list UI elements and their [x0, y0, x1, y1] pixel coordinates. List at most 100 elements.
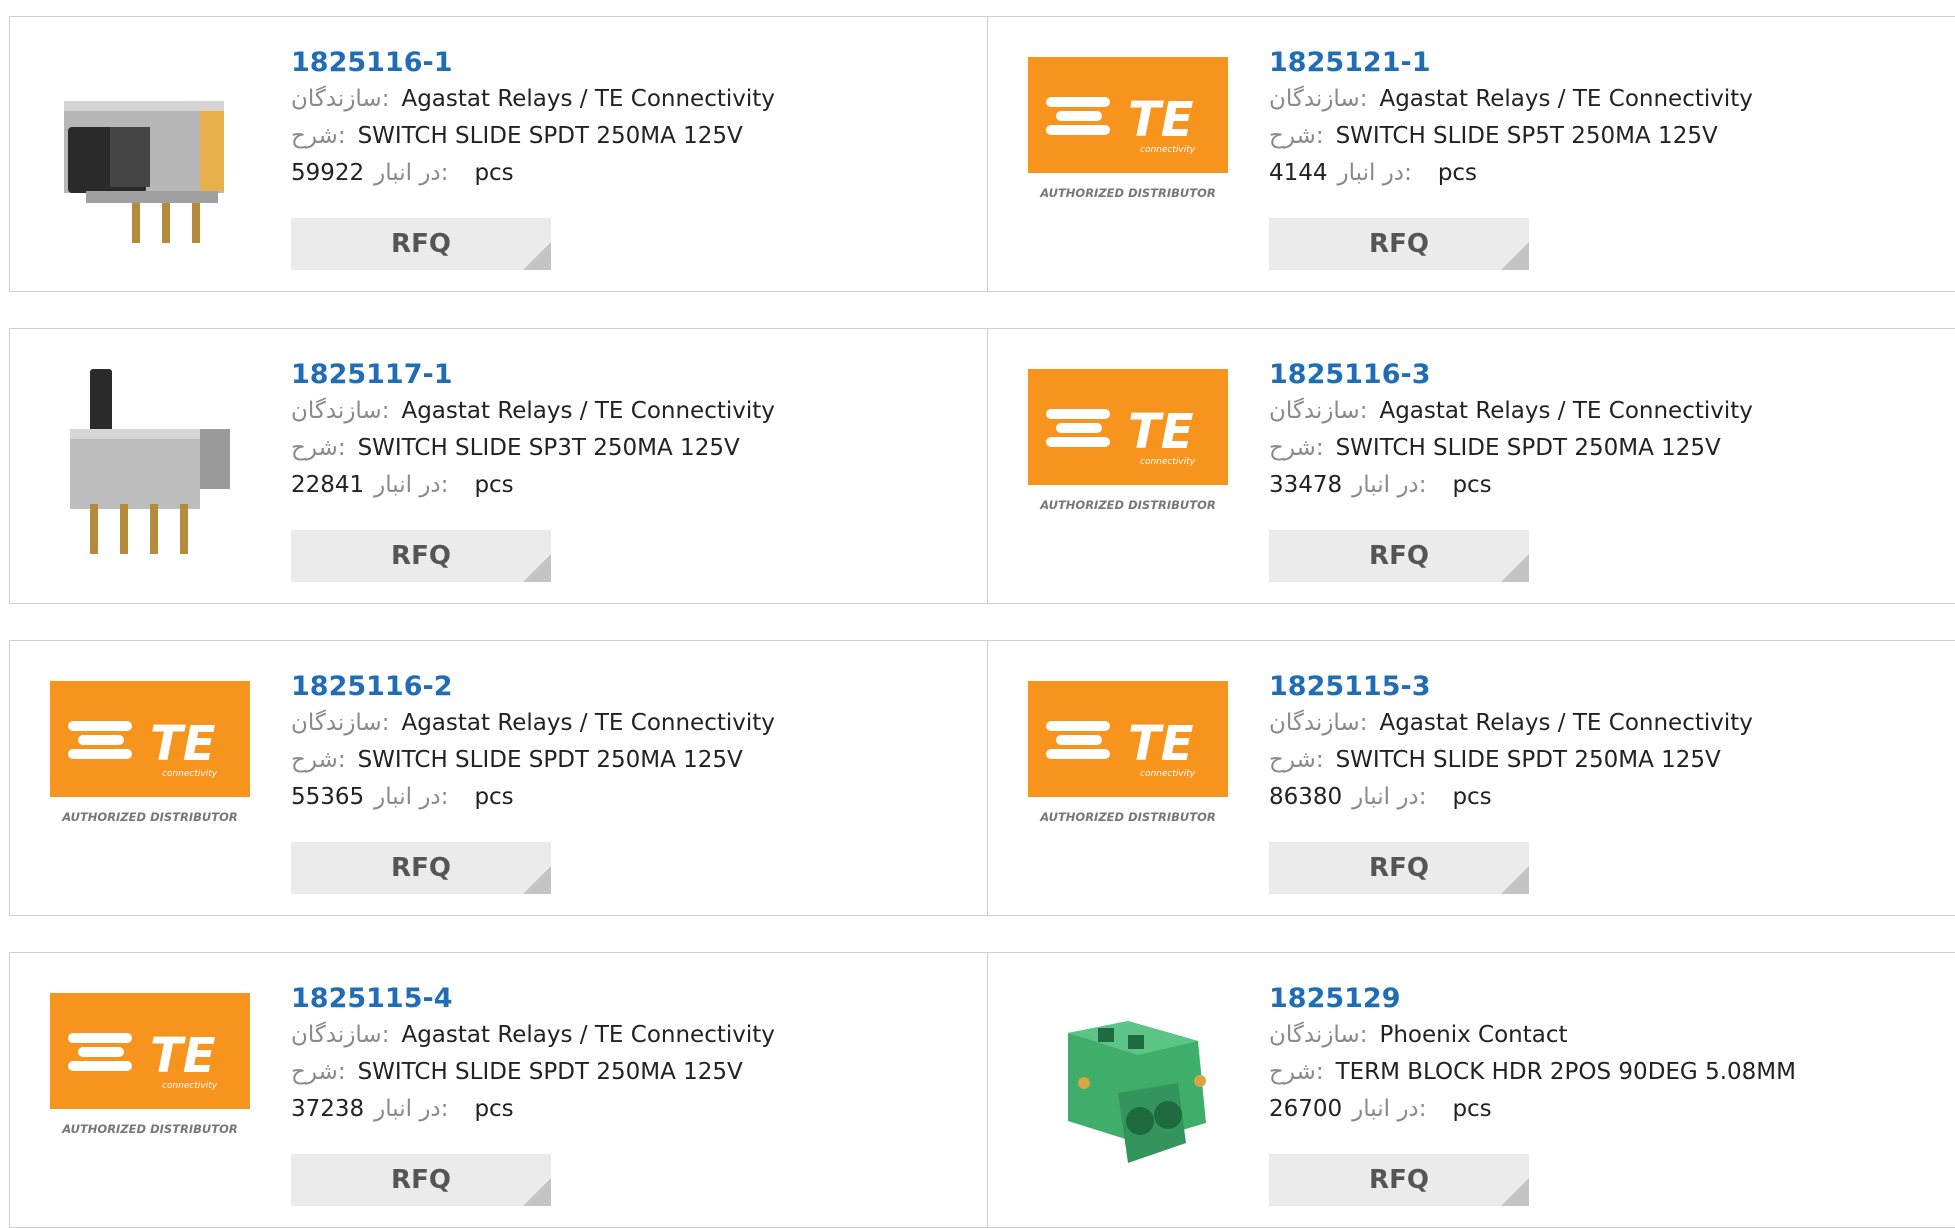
description-label: شرح:: [291, 747, 346, 773]
description-value: SWITCH SLIDE SP3T 250MA 125V: [357, 435, 740, 461]
corner-decoration: [523, 866, 551, 894]
stock-label: در انبار:: [1352, 784, 1427, 810]
stock-row: 55365 در انبار: pcs: [291, 779, 971, 816]
description-label: شرح:: [1269, 1059, 1324, 1085]
product-card: 1825129 سازندگان: Phoenix Contact شرح: TER…: [987, 952, 1955, 1228]
product-image[interactable]: TE connectivity AUTHORIZED DISTRIBUTOR: [1028, 369, 1228, 559]
stock-row: 33478 در انبار: pcs: [1269, 467, 1949, 504]
manufacturer-value: Agastat Relays / TE Connectivity: [401, 86, 775, 112]
te-badge-text: AUTHORIZED DISTRIBUTOR: [61, 1122, 238, 1136]
manufacturer-value: Agastat Relays / TE Connectivity: [1379, 86, 1753, 112]
part-number-link[interactable]: 1825116-1: [291, 45, 453, 81]
rfq-label: RFQ: [1369, 853, 1429, 883]
part-number-link[interactable]: 1825116-2: [291, 669, 453, 705]
stock-label: در انبار:: [1337, 160, 1412, 186]
product-image[interactable]: TE connectivity AUTHORIZED DISTRIBUTOR: [50, 993, 250, 1183]
stock-unit: pcs: [1437, 160, 1478, 186]
stock-value: 22841: [291, 472, 365, 498]
stock-unit: pcs: [474, 160, 514, 186]
description-row: شرح: SWITCH SLIDE SPDT 250MA 125V: [1269, 742, 1949, 779]
description-row: شرح: TERM BLOCK HDR 2POS 90DEG 5.08MM: [1269, 1054, 1949, 1091]
product-card: TE connectivity AUTHORIZED DISTRIBUTOR 1…: [987, 640, 1955, 916]
rfq-button[interactable]: RFQ: [1269, 218, 1529, 270]
manufacturer-label: سازندگان:: [1269, 710, 1368, 736]
product-card: 1825116-1 سازندگان: Agastat Relays / TE C…: [9, 16, 988, 292]
rfq-label: RFQ: [1369, 1165, 1429, 1195]
stock-unit: pcs: [474, 784, 514, 810]
manufacturer-label: سازندگان:: [291, 398, 390, 424]
product-card: TE connectivity AUTHORIZED DISTRIBUTOR 1…: [987, 328, 1955, 604]
rfq-button[interactable]: RFQ: [291, 842, 551, 894]
stock-row: 59922 در انبار: pcs: [291, 155, 971, 192]
te-badge-text: AUTHORIZED DISTRIBUTOR: [1039, 186, 1216, 200]
te-logo-sub: connectivity: [1140, 769, 1196, 779]
part-number-link[interactable]: 1825115-4: [291, 981, 453, 1017]
te-badge-text: AUTHORIZED DISTRIBUTOR: [1039, 498, 1216, 512]
description-value: SWITCH SLIDE SPDT 250MA 125V: [357, 1059, 743, 1085]
manufacturer-label: سازندگان:: [291, 1022, 390, 1048]
stock-row: 4144 در انبار: pcs: [1269, 155, 1949, 192]
rfq-button[interactable]: RFQ: [1269, 842, 1529, 894]
stock-row: 26700 در انبار: pcs: [1269, 1091, 1949, 1128]
description-row: شرح: SWITCH SLIDE SPDT 250MA 125V: [1269, 430, 1949, 467]
stock-label: در انبار:: [374, 784, 449, 810]
description-label: شرح:: [1269, 435, 1324, 461]
slide-switch-icon: [50, 57, 250, 247]
description-label: شرح:: [291, 123, 346, 149]
stock-row: 37238 در انبار: pcs: [291, 1091, 971, 1128]
description-label: شرح:: [291, 435, 346, 461]
te-logo-icon: TE connectivity AUTHORIZED DISTRIBUTOR: [50, 681, 250, 831]
stock-label: در انبار:: [1352, 1096, 1427, 1122]
description-row: شرح: SWITCH SLIDE SP3T 250MA 125V: [291, 430, 971, 467]
part-number-link[interactable]: 1825129: [1269, 981, 1401, 1017]
corner-decoration: [1501, 866, 1529, 894]
part-number-link[interactable]: 1825116-3: [1269, 357, 1431, 393]
product-info: 1825129 سازندگان: Phoenix Contact شرح: TER…: [1269, 981, 1949, 1128]
te-badge-text: AUTHORIZED DISTRIBUTOR: [61, 810, 238, 824]
product-image[interactable]: TE connectivity AUTHORIZED DISTRIBUTOR: [1028, 681, 1228, 871]
manufacturer-row: سازندگان: Agastat Relays / TE Connectivit…: [291, 393, 971, 430]
description-value: TERM BLOCK HDR 2POS 90DEG 5.08MM: [1335, 1059, 1796, 1085]
stock-label: در انبار:: [1352, 472, 1427, 498]
te-logo-sub: connectivity: [162, 769, 218, 779]
product-image[interactable]: [50, 57, 250, 247]
description-label: شرح:: [291, 1059, 346, 1085]
stock-value: 26700: [1269, 1096, 1343, 1122]
description-row: شرح: SWITCH SLIDE SPDT 250MA 125V: [291, 1054, 971, 1091]
product-image[interactable]: TE connectivity AUTHORIZED DISTRIBUTOR: [1028, 57, 1228, 247]
rfq-button[interactable]: RFQ: [291, 530, 551, 582]
stock-label: در انبار:: [374, 160, 449, 186]
te-logo-text: TE: [1128, 92, 1194, 148]
rfq-button[interactable]: RFQ: [291, 1154, 551, 1206]
rfq-button[interactable]: RFQ: [291, 218, 551, 270]
rfq-label: RFQ: [391, 229, 451, 259]
corner-decoration: [1501, 554, 1529, 582]
manufacturer-label: سازندگان:: [291, 86, 390, 112]
product-info: 1825121-1 سازندگان: Agastat Relays / TE C…: [1269, 45, 1949, 192]
product-image[interactable]: TE connectivity AUTHORIZED DISTRIBUTOR: [50, 681, 250, 871]
part-number-link[interactable]: 1825117-1: [291, 357, 453, 393]
manufacturer-value: Phoenix Contact: [1379, 1022, 1568, 1048]
product-info: 1825116-3 سازندگان: Agastat Relays / TE C…: [1269, 357, 1949, 504]
description-value: SWITCH SLIDE SPDT 250MA 125V: [357, 747, 743, 773]
rfq-button[interactable]: RFQ: [1269, 1154, 1529, 1206]
stock-unit: pcs: [1452, 1096, 1492, 1122]
rfq-label: RFQ: [1369, 229, 1429, 259]
rfq-label: RFQ: [391, 1165, 451, 1195]
rfq-label: RFQ: [391, 541, 451, 571]
product-info: 1825115-3 سازندگان: Agastat Relays / TE C…: [1269, 669, 1949, 816]
description-value: SWITCH SLIDE SPDT 250MA 125V: [357, 123, 743, 149]
product-image[interactable]: [50, 369, 250, 559]
part-number-link[interactable]: 1825115-3: [1269, 669, 1431, 705]
product-info: 1825117-1 سازندگان: Agastat Relays / TE C…: [291, 357, 971, 504]
product-image[interactable]: [1028, 993, 1228, 1183]
stock-label: در انبار:: [374, 1096, 449, 1122]
part-number-link[interactable]: 1825121-1: [1269, 45, 1431, 81]
product-card: 1825117-1 سازندگان: Agastat Relays / TE C…: [9, 328, 988, 604]
stock-value: 86380: [1269, 784, 1343, 810]
manufacturer-value: Agastat Relays / TE Connectivity: [1379, 710, 1753, 736]
product-info: 1825116-1 سازندگان: Agastat Relays / TE C…: [291, 45, 971, 192]
manufacturer-row: سازندگان: Phoenix Contact: [1269, 1017, 1949, 1054]
stock-row: 86380 در انبار: pcs: [1269, 779, 1949, 816]
rfq-button[interactable]: RFQ: [1269, 530, 1529, 582]
